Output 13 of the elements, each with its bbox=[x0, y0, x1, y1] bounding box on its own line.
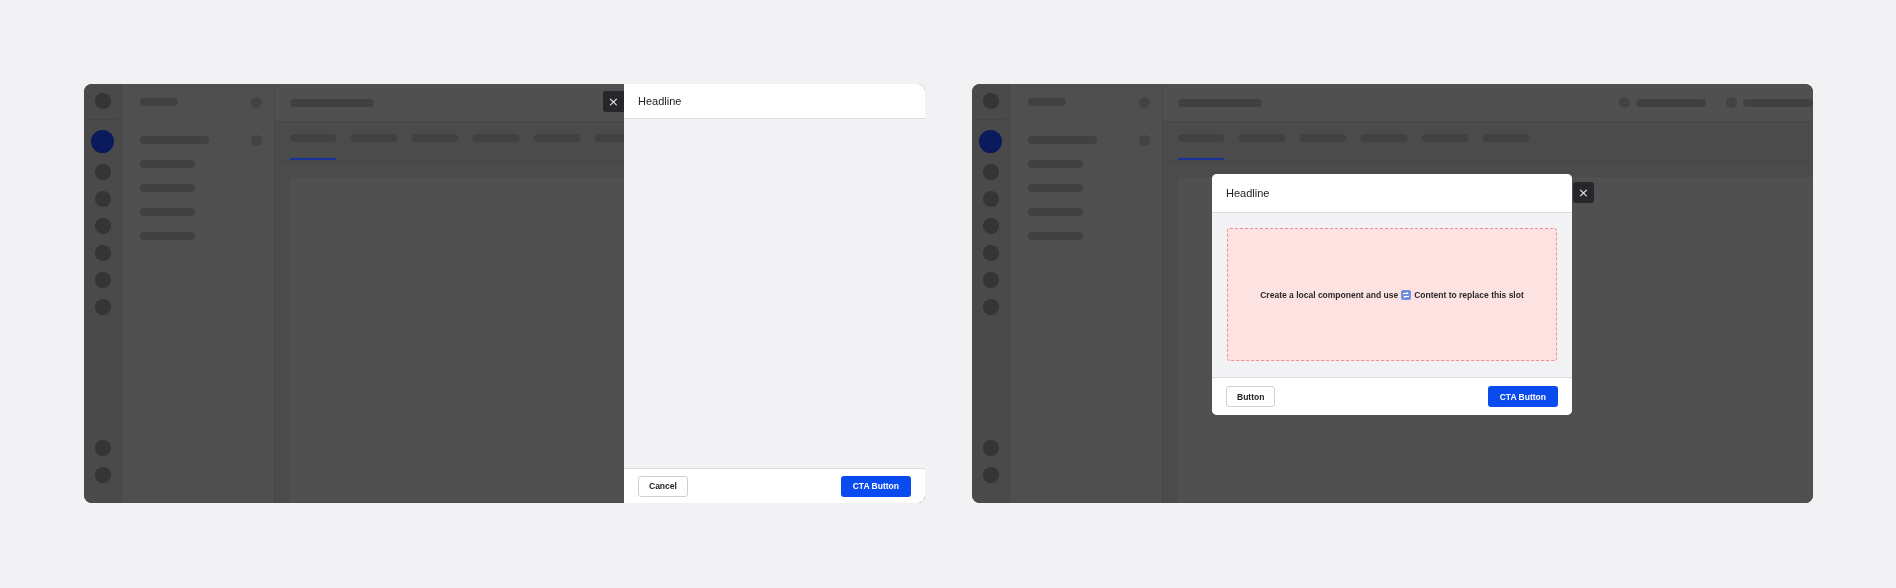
slot-text: Content to replace this slot bbox=[1414, 289, 1524, 300]
modal-title: Headline bbox=[1226, 187, 1270, 199]
swap-icon bbox=[1401, 289, 1412, 300]
nav-item-placeholder[interactable] bbox=[91, 130, 114, 153]
close-button[interactable]: × bbox=[1573, 182, 1594, 203]
close-button[interactable]: × bbox=[603, 91, 624, 112]
cancel-button[interactable]: Cancel bbox=[638, 475, 688, 497]
cta-button[interactable]: CTA Button bbox=[1487, 386, 1558, 407]
slot-text: Create a local component and use bbox=[1260, 289, 1399, 300]
drawer-title: Headline bbox=[638, 95, 682, 107]
secondary-button[interactable]: Button bbox=[1226, 386, 1276, 407]
cta-button[interactable]: CTA Button bbox=[840, 475, 911, 497]
nav-item-placeholder[interactable] bbox=[979, 130, 1002, 153]
